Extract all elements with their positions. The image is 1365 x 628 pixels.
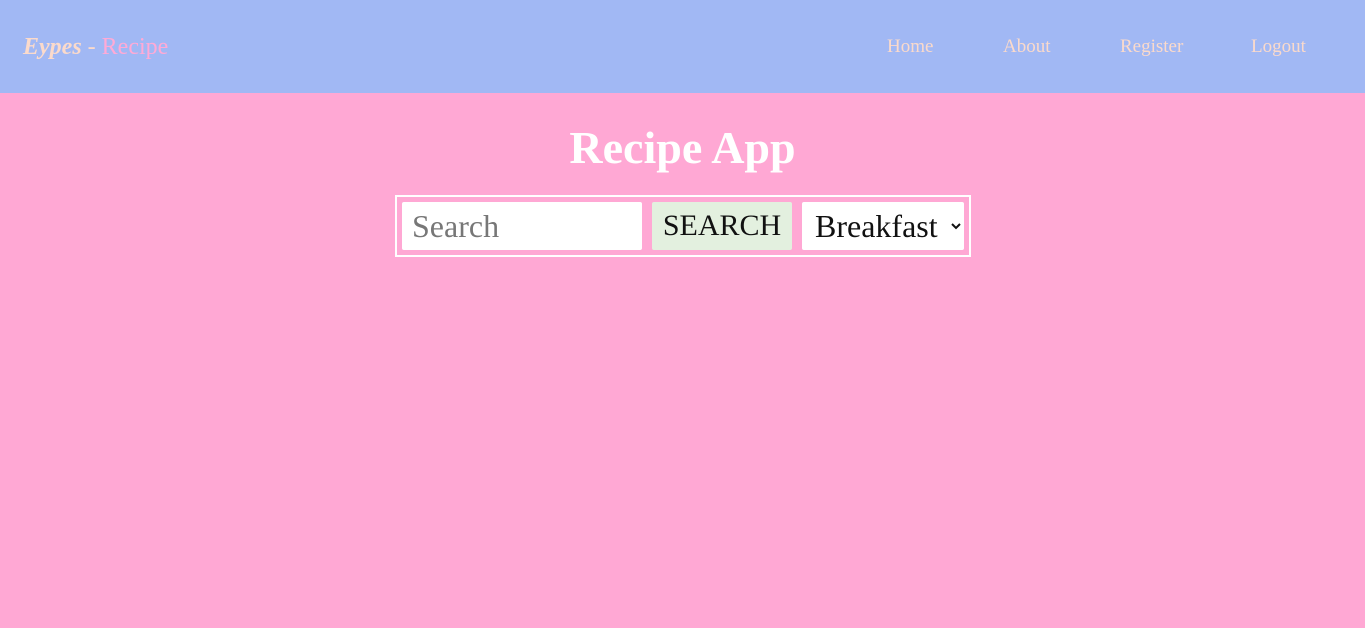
top-navbar: Eypes - Recipe Home About Register Logou… <box>0 0 1365 93</box>
page-title: Recipe App <box>569 122 796 173</box>
nav-link-logout[interactable]: Logout <box>1251 34 1306 60</box>
nav-link-register[interactable]: Register <box>1120 34 1183 60</box>
search-form: SEARCH Breakfast <box>395 195 971 257</box>
search-input[interactable] <box>402 202 642 250</box>
brand-subtitle: Recipe <box>101 34 169 60</box>
nav-link-home[interactable]: Home <box>887 34 933 60</box>
brand-name: Eypes <box>23 34 82 60</box>
brand-logo[interactable]: Eypes - Recipe <box>23 31 168 63</box>
nav-link-about[interactable]: About <box>1003 34 1051 60</box>
search-button[interactable]: SEARCH <box>652 202 792 250</box>
brand-separator: - <box>81 34 102 60</box>
category-select[interactable]: Breakfast <box>802 202 964 250</box>
